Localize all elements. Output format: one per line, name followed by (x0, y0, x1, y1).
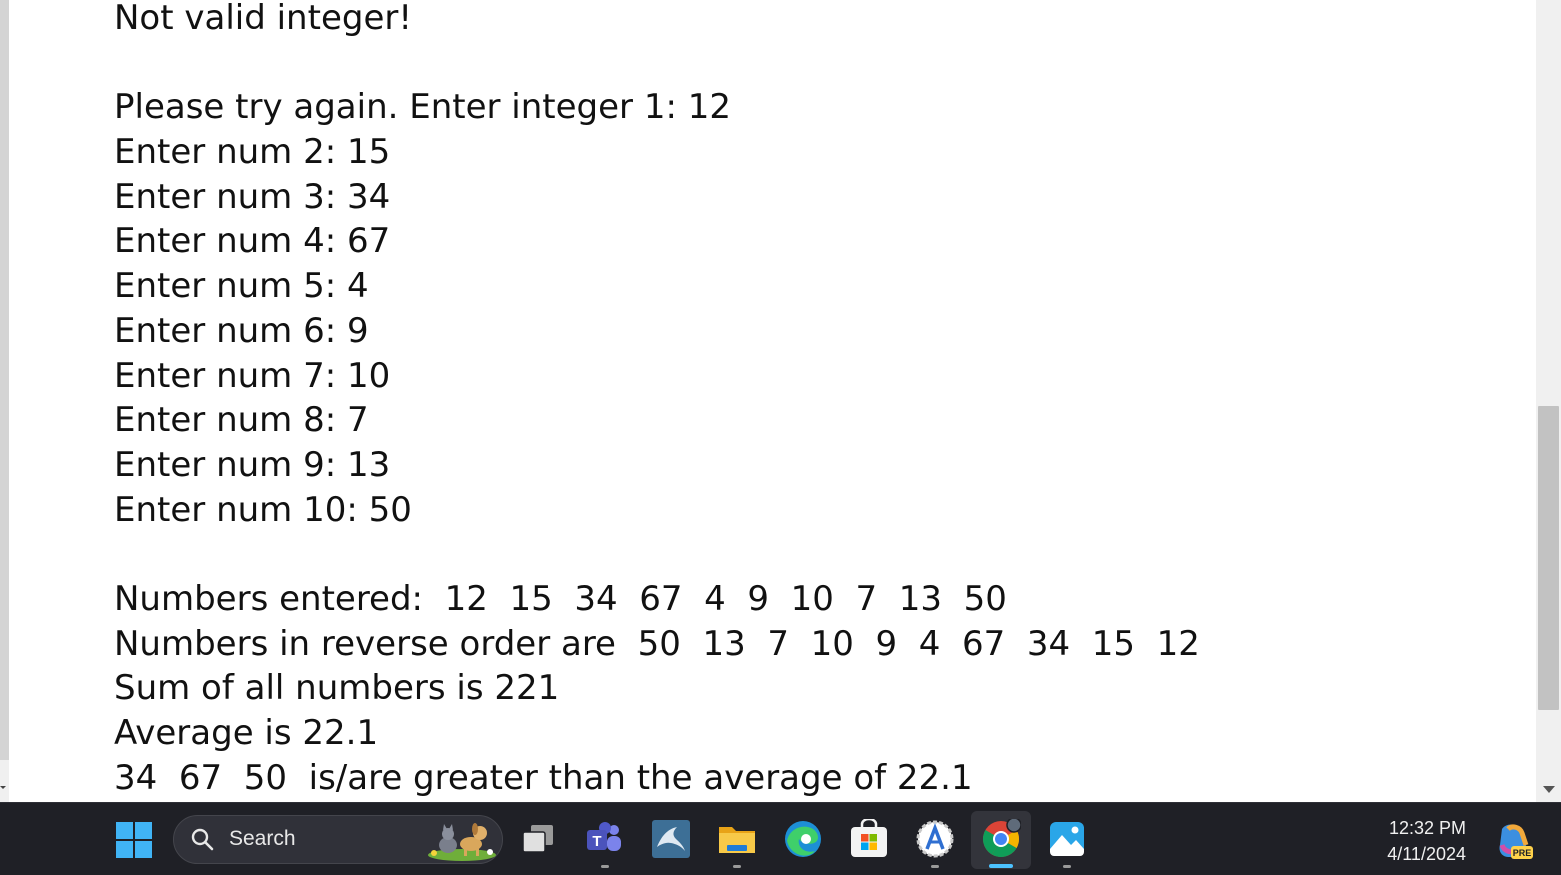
visual-studio-installer-icon[interactable] (915, 819, 955, 859)
search-placeholder: Search (229, 827, 296, 850)
running-indicator (1063, 865, 1071, 868)
copilot-badge: PRE (1513, 848, 1532, 858)
file-explorer-icon[interactable] (717, 819, 757, 859)
console-output: Not valid integer! Please try again. Ent… (114, 0, 1514, 800)
console-line: Sum of all numbers is 221 (114, 668, 560, 709)
active-app-indicator (989, 864, 1013, 868)
console-line: Not valid integer! (114, 0, 412, 38)
console-line: Enter num 7: 10 (114, 355, 391, 396)
clock-date: 4/11/2024 (1387, 844, 1466, 864)
task-view-icon[interactable] (519, 819, 559, 859)
svg-text:T: T (592, 833, 601, 850)
photos-icon[interactable] (1047, 819, 1087, 859)
running-indicator (931, 865, 939, 868)
console-line: Enter num 5: 4 (114, 266, 369, 307)
console-line: Please try again. Enter integer 1: 12 (114, 87, 731, 128)
edge-icon[interactable] (783, 819, 823, 859)
running-indicator (601, 865, 609, 868)
search-highlight-pets-icon (428, 823, 496, 861)
chrome-icon[interactable] (981, 819, 1021, 859)
console-line: 34 67 50 is/are greater than the average… (114, 757, 973, 798)
search-icon (191, 828, 214, 851)
console-line: Numbers entered: 12 15 34 67 4 9 10 7 13… (114, 578, 1007, 619)
console-line: Average is 22.1 (114, 713, 379, 753)
copilot-icon[interactable]: PRE (1494, 821, 1534, 861)
windows-start-icon[interactable] (116, 822, 154, 860)
scrollbar-thumb[interactable] (1538, 406, 1559, 710)
clock-time: 12:32 PM (1388, 818, 1466, 838)
console-line: Enter num 8: 7 (114, 400, 369, 441)
console-line: Enter num 3: 34 (114, 176, 391, 217)
console-line: Enter num 6: 9 (114, 310, 369, 351)
running-indicator (733, 865, 741, 868)
console-line: Enter num 4: 67 (114, 221, 391, 262)
microsoft-store-icon[interactable] (849, 819, 889, 859)
system-clock[interactable]: 12:32 PM 4/11/2024 (1360, 815, 1466, 867)
window-left-border (0, 0, 9, 760)
console-line: Enter num 2: 15 (114, 132, 391, 173)
vertical-scrollbar[interactable] (1536, 0, 1561, 802)
console-line: Numbers in reverse order are 50 13 7 10 … (114, 623, 1200, 664)
console-line: Enter num 10: 50 (114, 489, 412, 530)
teams-icon[interactable]: T (585, 819, 625, 859)
taskbar: Search T 12:32 PM 4/11/2024 PRE (0, 802, 1561, 875)
window-left-border-lower (0, 760, 9, 802)
console-line: Enter num 9: 13 (114, 444, 391, 485)
taskbar-search-box[interactable]: Search (173, 815, 503, 864)
mysql-workbench-icon[interactable] (651, 819, 691, 859)
left-scroll-arrow-icon[interactable] (0, 786, 6, 789)
scroll-down-arrow-icon[interactable] (1543, 786, 1555, 793)
